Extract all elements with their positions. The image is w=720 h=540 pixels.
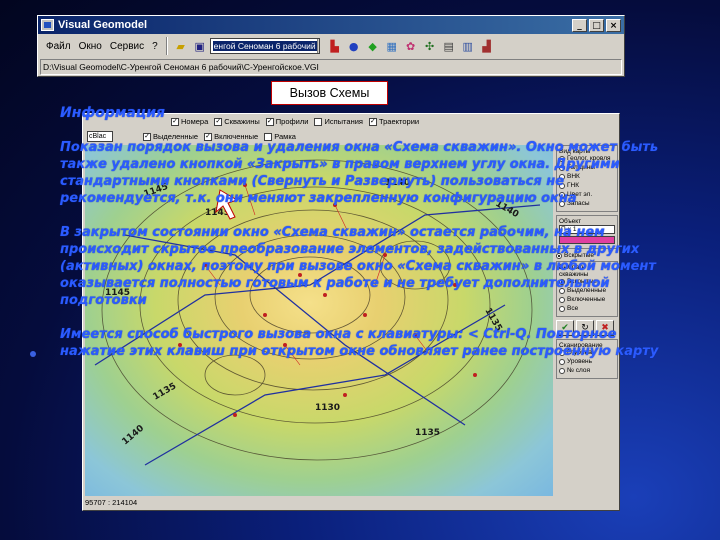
bullet-dot <box>30 351 36 357</box>
contour-label: 1140 <box>121 424 147 448</box>
slide-text: Информация Показан порядок вызова и удал… <box>60 105 660 377</box>
contour-label: 1130 <box>315 403 340 413</box>
slide-heading: Информация <box>60 105 165 121</box>
call-scheme-button[interactable]: Вызов Схемы <box>271 81 388 105</box>
map-status-coords: 95707 : 214104 <box>85 498 138 507</box>
slide-paragraph-1: Показан порядок вызова и удаления окна «… <box>60 140 659 206</box>
contour-label: 1135 <box>415 428 440 438</box>
slide-paragraph-3: Имеется способ быстрого вызова окна с кл… <box>60 327 659 359</box>
contour-label: 1135 <box>152 381 179 402</box>
slide-paragraph-2: В закрытом состоянии окно «Схема скважин… <box>60 225 656 308</box>
